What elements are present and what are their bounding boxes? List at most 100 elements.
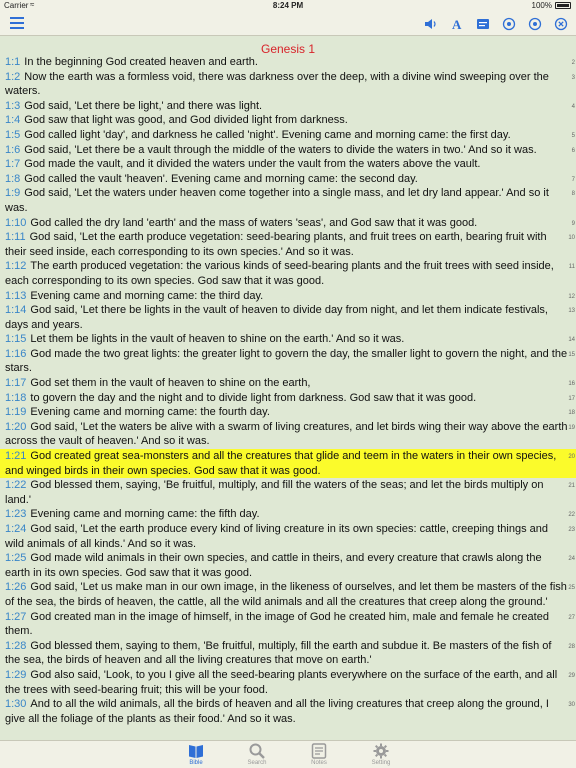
verse-row[interactable]: 1:17 God set them in the vault of heaven …: [0, 376, 576, 391]
verse-note-number: 24: [568, 556, 575, 563]
verse-note-number: 12: [568, 293, 575, 300]
verse-text: God said, 'Let us make man in our own im…: [5, 581, 567, 608]
tab-notes[interactable]: Notes: [299, 742, 339, 766]
verse-number: 1:15: [5, 333, 27, 346]
verse-row[interactable]: 1:27 God created man in the image of hims…: [0, 610, 576, 639]
reading-mode-icon[interactable]: [476, 17, 490, 31]
verse-row[interactable]: 1:7 God made the vault, and it divided th…: [0, 157, 576, 172]
verse-row[interactable]: 1:4 God saw that light was good, and God …: [0, 113, 576, 128]
verse-note-number: 2: [571, 60, 575, 66]
verse-row[interactable]: 1:3 God said, 'Let there be light,' and t…: [0, 99, 576, 114]
svg-text:A: A: [452, 17, 462, 31]
verse-note-number: 9: [571, 220, 575, 227]
magnifier-icon: [249, 743, 265, 759]
verse-number: 1:1: [5, 56, 21, 68]
verse-text: God said, 'Let there be light,' and ther…: [24, 99, 263, 112]
verse-text: Evening came and morning came: the fourt…: [30, 406, 270, 419]
battery-icon: [555, 2, 571, 9]
verse-text: And to all the wild animals, all the bir…: [5, 698, 549, 725]
verse-text: God made wild animals in their own speci…: [5, 552, 542, 579]
font-icon[interactable]: A: [450, 17, 464, 31]
verse-text: God said, 'Let the earth produce vegetat…: [5, 231, 547, 258]
verse-number: 1:13: [5, 289, 27, 302]
verse-row[interactable]: 1:5 God called light 'day', and darkness …: [0, 128, 576, 143]
verse-number: 1:11: [5, 231, 26, 244]
verse-row[interactable]: 1:16 God made the two great lights: the g…: [0, 347, 576, 376]
verse-number: 1:8: [5, 172, 21, 185]
verse-text: God created man in the image of himself,…: [5, 610, 549, 638]
verse-row[interactable]: 1:25 God made wild animals in their own s…: [0, 551, 576, 580]
verse-note-number: 13: [568, 308, 575, 315]
verse-number: 1:19: [5, 406, 27, 419]
verse-row[interactable]: 1:12 The earth produced vegetation: the v…: [0, 259, 576, 288]
verse-number: 1:16: [5, 347, 27, 360]
previous-icon[interactable]: [502, 17, 516, 31]
verse-number: 1:20: [5, 420, 27, 433]
verse-text: God blessed them, saying, 'Be fruitful, …: [5, 479, 544, 506]
verse-note-number: 6: [571, 147, 575, 154]
verse-number: 1:24: [5, 523, 27, 535]
verse-note-number: 30: [568, 702, 575, 709]
verse-row[interactable]: 1:15 Let them be lights in the vault of h…: [0, 332, 576, 347]
tab-bar: Bible Search Notes Setting: [0, 740, 576, 768]
verse-note-number: 4: [571, 103, 575, 110]
verse-row[interactable]: 1:24 God said, 'Let the earth produce eve…: [0, 522, 576, 551]
verse-row[interactable]: 1:23 Evening came and morning came: the f…: [0, 507, 576, 522]
verse-row[interactable]: 1:14 God said, 'Let there be lights in th…: [0, 303, 576, 332]
gear-icon: [373, 743, 389, 759]
tab-search[interactable]: Search: [237, 742, 277, 766]
verse-note-number: 5: [571, 132, 575, 139]
tab-setting[interactable]: Setting: [361, 742, 401, 766]
verse-row[interactable]: 1:22 God blessed them, saying, 'Be fruitf…: [0, 478, 576, 507]
verse-number: 1:3: [5, 99, 21, 112]
verse-text: God said, 'Let there be lights in the va…: [5, 304, 548, 331]
verse-number: 1:27: [5, 610, 27, 623]
clock: 8:24 PM: [272, 1, 304, 10]
verse-row[interactable]: 1:19 Evening came and morning came: the f…: [0, 405, 576, 420]
verse-number: 1:26: [5, 581, 27, 594]
verse-row[interactable]: 1:11 God said, 'Let the earth produce veg…: [0, 230, 576, 259]
verse-list: 1:1 In the beginning God created heaven a…: [0, 55, 576, 726]
verse-row[interactable]: 1:20 God said, 'Let the waters be alive w…: [0, 420, 576, 449]
tab-label: Search: [247, 760, 267, 766]
next-icon[interactable]: [528, 17, 542, 31]
verse-note-number: 17: [568, 395, 575, 402]
verse-note-number: 7: [571, 176, 575, 183]
verse-row[interactable]: 1:26 God said, 'Let us make man in our ow…: [0, 580, 576, 609]
verse-row[interactable]: 1:1 In the beginning God created heaven a…: [0, 55, 576, 70]
verse-row[interactable]: 1:30 And to all the wild animals, all the…: [0, 697, 576, 726]
verse-number: 1:5: [5, 128, 21, 141]
verse-text: God blessed them, saying to them, 'Be fr…: [5, 639, 552, 667]
speaker-icon[interactable]: [424, 17, 438, 31]
verse-number: 1:17: [5, 377, 27, 390]
verse-note-number: 23: [568, 527, 575, 533]
close-icon[interactable]: [554, 17, 568, 31]
verse-row[interactable]: 1:8 God called the vault 'heaven'. Evenin…: [0, 172, 576, 187]
tab-label: Notes: [311, 760, 327, 766]
verse-row[interactable]: 1:28 God blessed them, saying to them, 'B…: [0, 639, 576, 668]
verse-number: 1:10: [5, 216, 27, 229]
tab-label: Setting: [371, 760, 391, 766]
verse-note-number: 18: [568, 410, 575, 417]
verse-note-number: 14: [568, 337, 575, 344]
verse-row[interactable]: 1:6 God said, 'Let there be a vault throu…: [0, 143, 576, 158]
verse-row[interactable]: 1:10 God called the dry land 'earth' and …: [0, 216, 576, 231]
verse-text: God said, 'Let there be a vault through …: [24, 143, 537, 156]
verse-row[interactable]: 1:2 Now the earth was a formless void, th…: [0, 70, 576, 99]
tab-bible[interactable]: Bible: [176, 742, 216, 766]
menu-icon[interactable]: [10, 17, 24, 29]
verse-text: God created great sea-monsters and all t…: [5, 450, 557, 477]
verse-row[interactable]: 1:18 to govern the day and the night and …: [0, 391, 576, 406]
verse-note-number: 29: [568, 672, 575, 679]
verse-row[interactable]: 1:21 God created great sea-monsters and a…: [0, 449, 576, 479]
verse-text: God called light 'day', and darkness he …: [24, 128, 511, 141]
verse-row[interactable]: 1:9 God said, 'Let the waters under heave…: [0, 186, 576, 215]
bible-text-view[interactable]: Genesis 1 1:1 In the beginning God create…: [0, 37, 576, 740]
verse-row[interactable]: 1:29 God also said, 'Look, to you I give …: [0, 668, 576, 697]
verse-row[interactable]: 1:13 Evening came and morning came: the t…: [0, 289, 576, 304]
verse-note-number: 25: [568, 585, 575, 592]
verse-text: God set them in the vault of heaven to s…: [30, 377, 311, 390]
verse-text: God saw that light was good, and God div…: [24, 114, 348, 127]
verse-number: 1:23: [5, 508, 27, 521]
book-icon: [189, 745, 203, 758]
